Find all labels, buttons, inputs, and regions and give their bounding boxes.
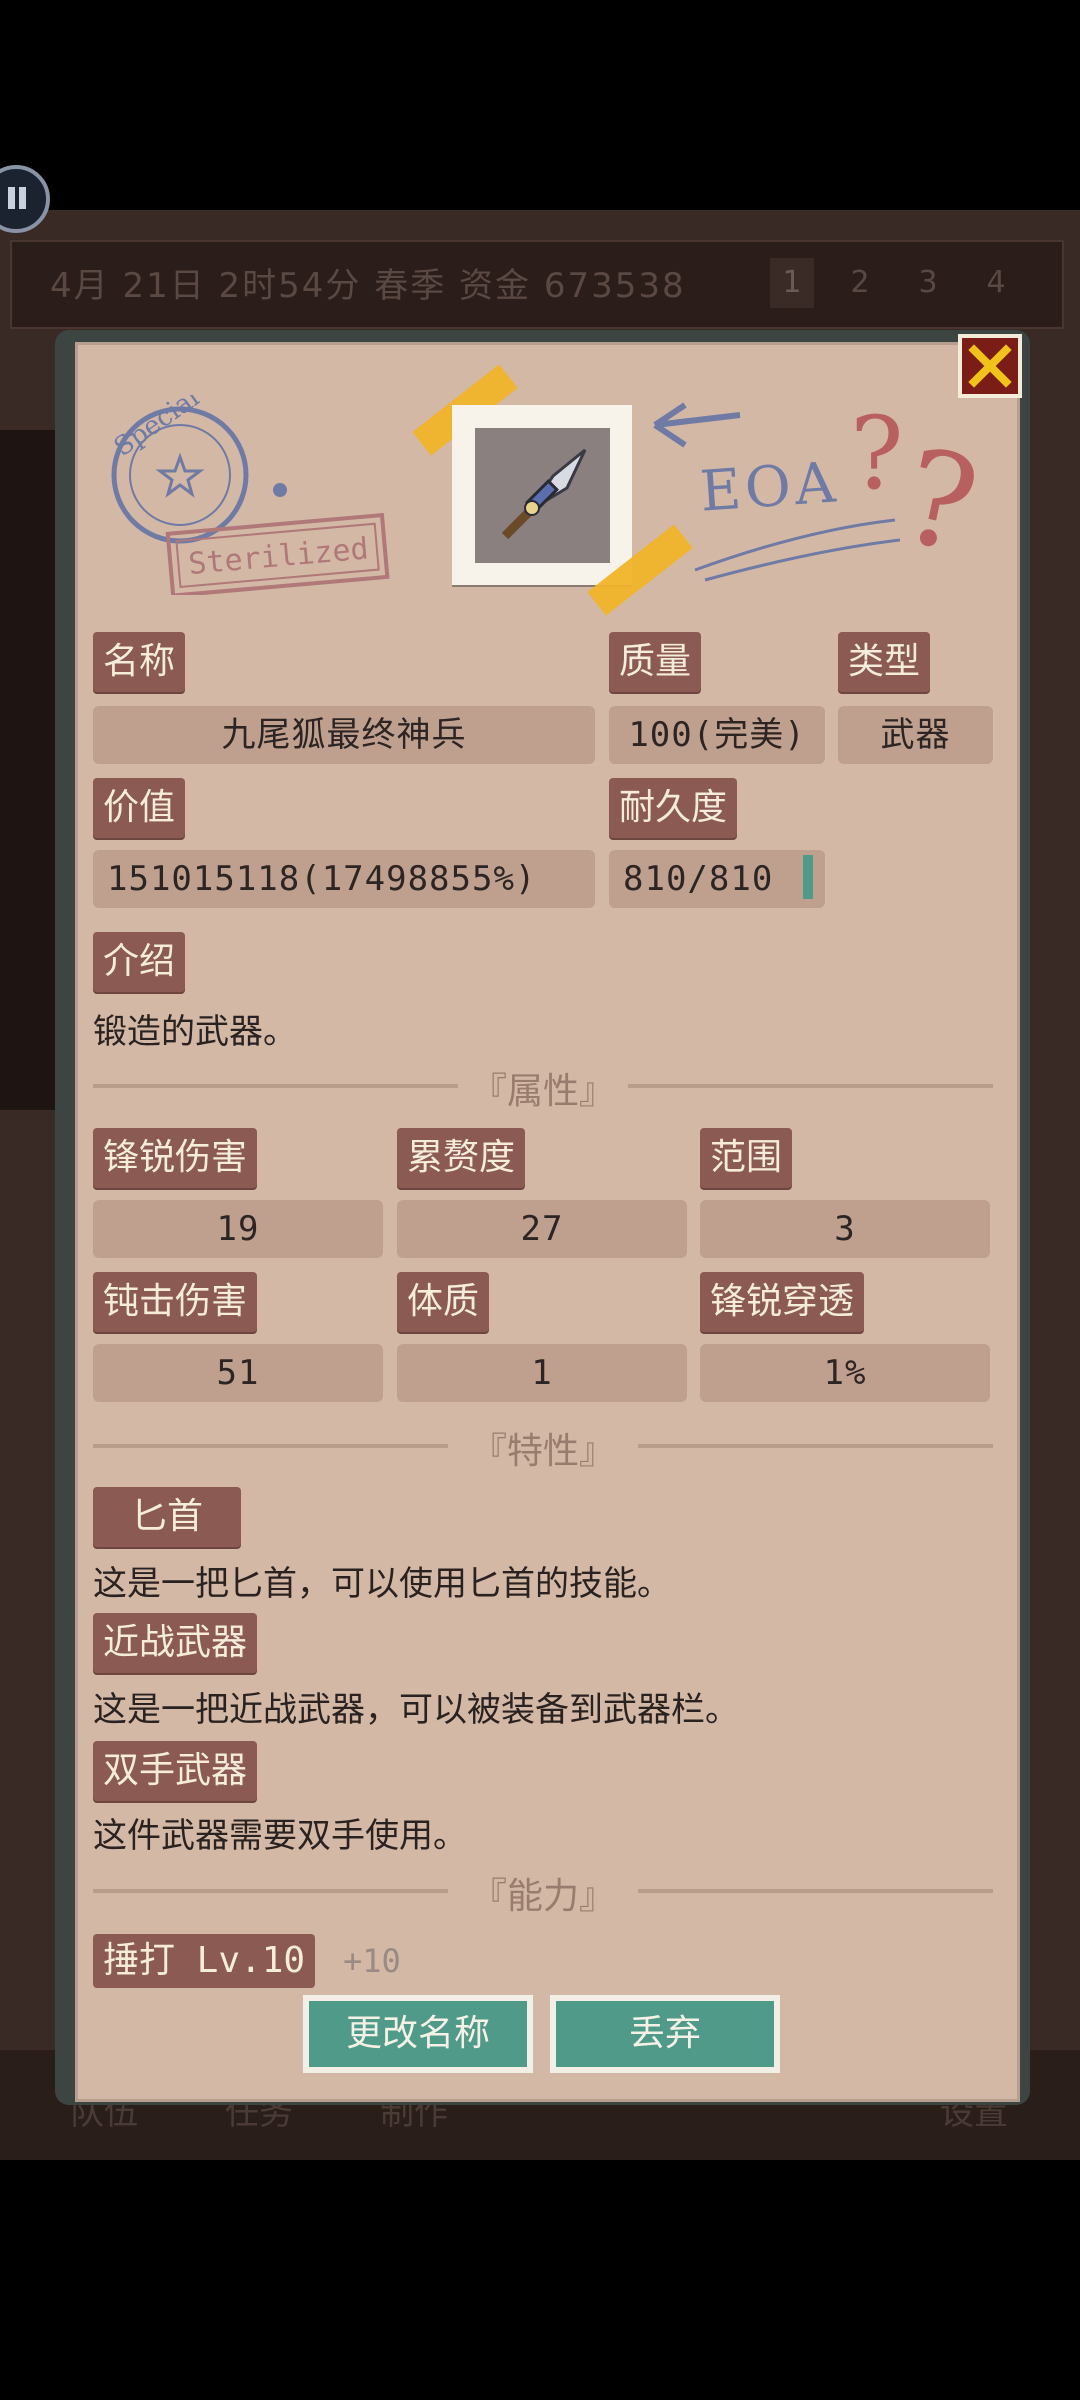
- stat-label-sharp-damage: 锋锐伤害: [93, 1128, 258, 1188]
- rename-button-label: 更改名称: [309, 2001, 527, 2067]
- divider-left: [93, 1889, 448, 1893]
- discard-button-label: 丢弃: [556, 2001, 774, 2067]
- rename-button[interactable]: 更改名称: [303, 1995, 533, 2073]
- page-button-3[interactable]: 3: [906, 258, 950, 308]
- attributes-title: 『属性』: [470, 1071, 615, 1112]
- stat-label-encumbrance: 累赘度: [397, 1128, 526, 1188]
- sterilized-stamp: Special Sterilized: [109, 395, 390, 595]
- stat-value-blunt-damage: 51: [93, 1344, 383, 1402]
- stat-label-range: 范围: [700, 1128, 793, 1188]
- stamp-word: Special: [109, 395, 205, 463]
- stamp-label: Sterilized: [187, 531, 370, 582]
- value-label: 价值: [93, 778, 186, 838]
- ability-bonus: +10: [343, 1942, 401, 1980]
- page-button-4[interactable]: 4: [974, 258, 1018, 308]
- trait-desc-melee: 这是一把近战武器，可以被装备到武器栏。: [93, 1690, 739, 1730]
- discard-button[interactable]: 丢弃: [550, 1995, 780, 2073]
- divider-right: [628, 1084, 993, 1088]
- value-field: 151015118(17498855%): [93, 850, 595, 908]
- stat-value-constitution: 1: [397, 1344, 687, 1402]
- close-button[interactable]: [958, 334, 1022, 398]
- date-money-text: 4月 21日 2时54分 春季 资金 673538: [50, 266, 686, 306]
- divider-right: [638, 1889, 993, 1893]
- durability-field: 810/810: [609, 850, 825, 908]
- divider-left: [93, 1444, 448, 1448]
- close-icon: [968, 344, 1012, 388]
- name-label: 名称: [93, 632, 186, 692]
- stat-value-sharp-penetration: 1%: [700, 1344, 990, 1402]
- divider-right: [638, 1444, 993, 1448]
- stat-label-sharp-penetration: 锋锐穿透: [700, 1272, 865, 1332]
- trait-label-two-handed: 双手武器: [93, 1741, 258, 1801]
- trait-desc-dagger: 这是一把匕首，可以使用匕首的技能。: [93, 1564, 671, 1604]
- stat-value-range: 3: [700, 1200, 990, 1258]
- trait-label-melee: 近战武器: [93, 1613, 258, 1673]
- type-label: 类型: [838, 632, 931, 692]
- page-button-2[interactable]: 2: [838, 258, 882, 308]
- quality-field: 100(完美): [609, 706, 825, 764]
- ability-tag: 捶打 Lv.10: [93, 1934, 316, 1988]
- page-button-1[interactable]: 1: [770, 258, 814, 308]
- question-mark: ?: [850, 395, 904, 512]
- dagger-icon: [501, 448, 587, 540]
- eoa-text: EOA: [697, 450, 842, 525]
- traits-title: 『特性』: [470, 1431, 615, 1472]
- durability-label: 耐久度: [609, 778, 738, 838]
- durability-bar: [803, 855, 813, 899]
- stat-label-constitution: 体质: [397, 1272, 490, 1332]
- divider-left: [93, 1084, 458, 1088]
- type-field: 武器: [838, 706, 993, 764]
- quality-label: 质量: [609, 632, 702, 692]
- stat-value-encumbrance: 27: [397, 1200, 687, 1258]
- name-field: 九尾狐最终神兵: [93, 706, 595, 764]
- intro-text: 锻造的武器。: [93, 1012, 297, 1052]
- abilities-title: 『能力』: [470, 1876, 615, 1917]
- trait-desc-two-handed: 这件武器需要双手使用。: [93, 1816, 467, 1856]
- stat-label-blunt-damage: 钝击伤害: [93, 1272, 258, 1332]
- trait-label-dagger: 匕首: [93, 1487, 241, 1547]
- stat-value-sharp-damage: 19: [93, 1200, 383, 1258]
- intro-label: 介绍: [93, 932, 186, 992]
